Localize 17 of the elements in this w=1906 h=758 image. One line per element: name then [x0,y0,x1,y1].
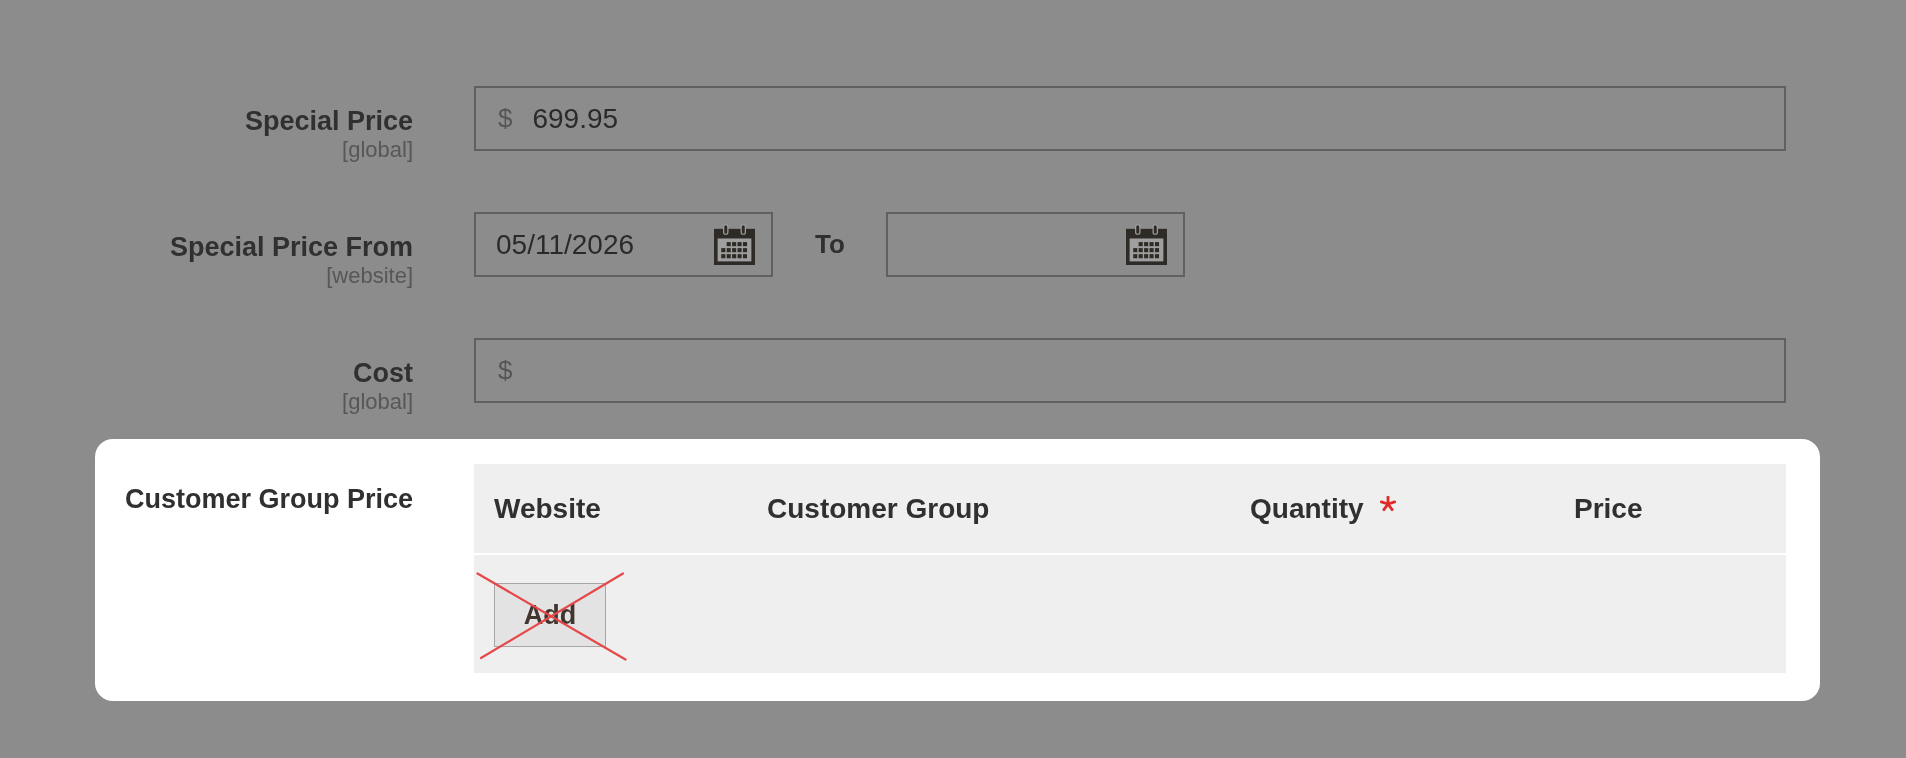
currency-symbol: $ [498,103,513,134]
date-input-field[interactable]: 05/11/2026 [474,212,773,277]
price-input-field[interactable]: $ [474,338,1786,403]
currency-symbol: $ [498,355,513,386]
field-label: Cost [353,357,413,389]
field-label: Special Price From [169,231,413,263]
calendar-icon[interactable] [1125,224,1167,265]
column-header: Quantity [1250,492,1364,525]
column-header: Customer Group [767,492,990,525]
field-label: Special Price [244,105,413,137]
price-input-field[interactable]: $ 699.95 [474,86,1786,151]
calendar-icon[interactable] [714,224,755,265]
column-header: Price [1574,492,1643,525]
date-input-field[interactable] [885,212,1185,277]
column-header: Website [494,492,601,525]
to-label: To [815,229,845,260]
field-label: Customer Group Price [124,483,413,515]
